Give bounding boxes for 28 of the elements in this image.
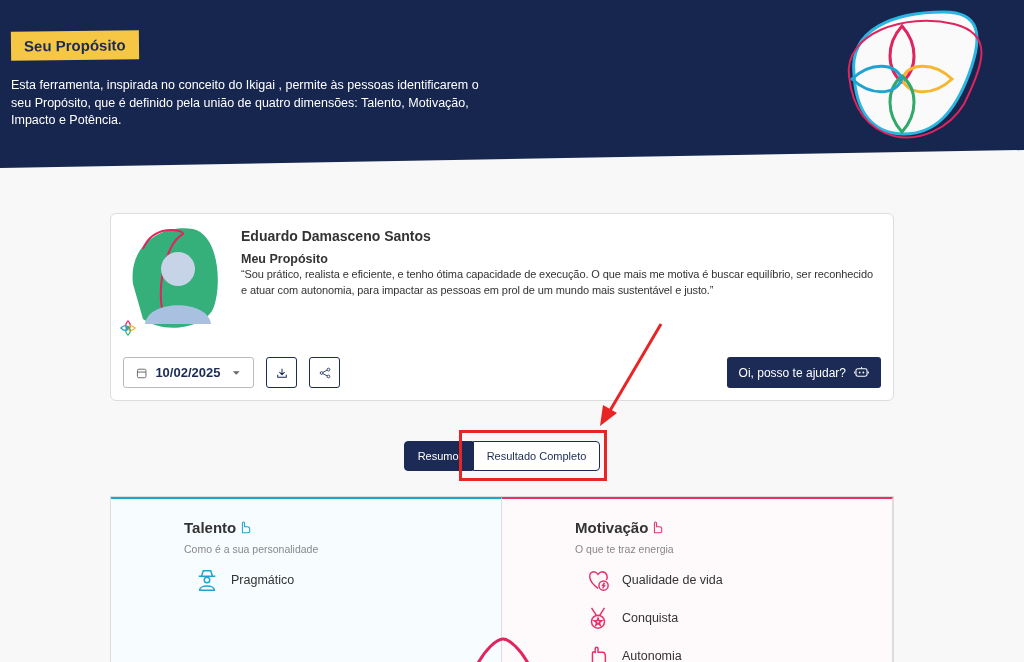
tab[interactable]: Resumo — [403, 441, 473, 471]
heart-bolt-icon — [586, 568, 610, 592]
share-icon — [318, 366, 331, 379]
trait-label: Conquista — [622, 611, 679, 625]
tab[interactable]: Resultado Completo — [472, 441, 601, 471]
person-name: Eduardo Damasceno Santos — [241, 228, 432, 244]
dimension-title: Talento — [184, 519, 237, 536]
download-icon — [275, 366, 288, 379]
page-title-badge: Seu Propósito — [10, 30, 139, 61]
intro-paragraph: Esta ferramenta, inspirada no conceito do Ikigai , permite às pessoas identificarem o seu Propósito, que é definido pela união de quatro dimensões: Talento, Motivação, Impacto e Potência. — [11, 77, 480, 129]
help-chat-button[interactable]: Oi, posso te ajudar? — [726, 357, 881, 388]
date-dropdown[interactable]: 10/02/2025 — [123, 357, 254, 388]
dimension-subtitle: O que te traz energia — [575, 543, 675, 555]
download-button[interactable] — [266, 357, 297, 388]
trait-label: Qualidade de vida — [622, 573, 723, 587]
purpose-heading: Meu Propósito — [241, 252, 329, 266]
robot-icon — [854, 366, 869, 379]
calendar-icon — [136, 366, 148, 379]
dimension-title: Motivação — [575, 519, 649, 536]
purpose-statement: “Sou prático, realista e eficiente, e tenho ótima capacidade de execução. O que mais me motiva é buscar equilíbrio, ser reconhecido e atuar com autonomia, para impactar as pessoas em prol de um mundo mais sustentável e justo.” — [241, 267, 874, 298]
caret-icon — [232, 369, 241, 376]
trait-label: Pragmático — [231, 573, 295, 587]
pointing-hand-icon — [651, 520, 664, 535]
pointing-hand-icon — [239, 520, 252, 535]
annotation-arrow-icon — [600, 323, 663, 426]
share-button[interactable] — [309, 357, 340, 388]
trait-label: Autonomia — [622, 649, 682, 662]
dimension-subtitle: Como é a sua personalidade — [184, 543, 320, 555]
